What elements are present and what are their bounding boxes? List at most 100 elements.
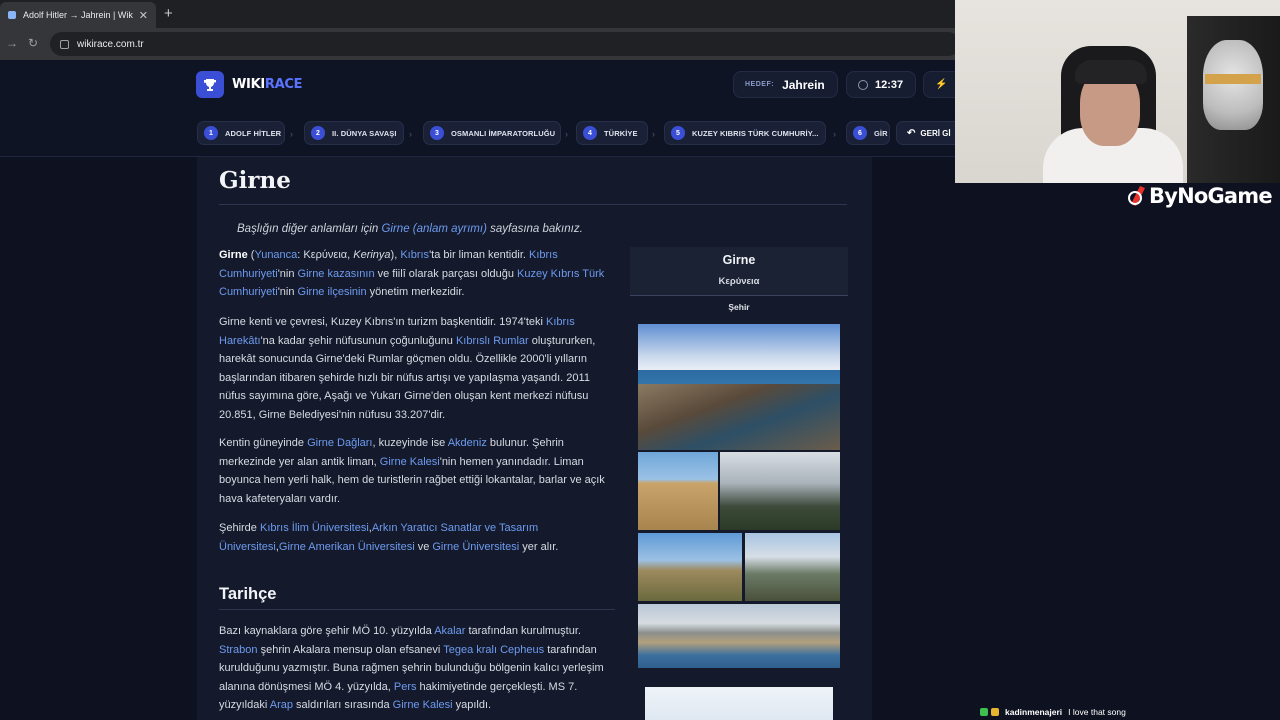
intro-paragraph: Girne (Yunanca: Κερύνεια, Kerinya), Kıbr… [219,246,615,302]
new-tab-button[interactable]: + [164,5,173,22]
breadcrumb-step-1[interactable]: 1 ADOLF HİTLER [197,121,285,145]
hatnote-text: Başlığın diğer anlamları için [237,223,382,235]
text: Bazı kaynaklara göre şehir MÖ 10. yüzyıl… [219,625,435,637]
wikirace-logo[interactable]: WIKI RACE [196,71,302,98]
text: , kuzeyinde ise [372,437,448,449]
disambiguation-link[interactable]: Girne (anlam ayrımı) [381,223,486,235]
chevron-right-icon: › [652,129,655,139]
browser-tab[interactable]: Adolf Hitler → Jahrein | WikiRac ✕ [0,2,156,28]
lightning-icon: ⚡ [935,79,948,90]
chevron-right-icon: › [833,129,836,139]
statue-bust [1203,40,1263,130]
poster-stripe [1205,74,1261,84]
wiki-link[interactable]: Kıbrıs İlim Üniversitesi [260,522,369,534]
text: 'nin [277,286,298,298]
breadcrumb-step-3[interactable]: 3 OSMANLI İMPARATORLUĞU [423,121,561,145]
step-label: OSMANLI İMPARATORLUĞU [451,128,556,138]
wiki-link[interactable]: Kıbrıs [400,249,429,261]
step-number: 2 [311,126,325,140]
step-label: ADOLF HİTLER [225,128,282,138]
wiki-link[interactable]: Yunanca [254,249,297,261]
mountain-photo [745,533,840,601]
wiki-link[interactable]: Girne Kalesi [393,699,453,711]
paragraph-3: Kentin güneyinde Girne Dağları, kuzeyind… [219,434,615,508]
breadcrumb-step-5[interactable]: 5 KUZEY KIBRIS TÜRK CUMHURİY... [664,121,826,145]
tab-title: Adolf Hitler → Jahrein | WikiRac [23,10,133,20]
infobox: Girne Κερύνεια Şehir [630,247,848,720]
target-value: Jahrein [782,77,825,92]
step-number: 1 [204,126,218,140]
url-input[interactable]: wikirace.com.tr [50,32,960,56]
kyrenia-castle-photo [638,604,840,668]
bandana [1075,60,1147,84]
text: : Κερύνεια, [297,249,354,261]
chat-message: kadinmenajeri I love that song [980,707,1126,717]
text: 'ta bir liman kentidir. [429,249,529,261]
bynogame-logo: ByNoGame [1128,184,1273,208]
wiki-link[interactable]: Girne Dağları [307,437,372,449]
clock-icon [858,79,868,90]
section-heading: Tarihçe [219,585,277,603]
wiki-link[interactable]: Kıbrıslı Rumlar [456,335,529,347]
target-badge: HEDEF: Jahrein [733,71,838,98]
infobox-title: Girne [722,253,756,267]
chevron-right-icon: › [409,129,412,139]
bynogame-mark-icon [1128,185,1146,207]
step-number: 3 [430,126,444,140]
abbey-ruins-photo [720,452,840,530]
step-number: 6 [853,126,867,140]
badge-icon [980,708,988,716]
text: yer alır. [519,540,559,553]
article-panel: Girne Başlığın diğer anlamları için Girn… [197,157,872,720]
site-info-icon[interactable] [60,39,69,49]
favicon-icon [8,11,16,19]
paragraph-history: Bazı kaynaklara göre şehir MÖ 10. yüzyıl… [219,622,615,715]
text: ve [414,540,433,553]
text: tarafından kurulmuştur. [465,625,581,637]
infobox-native-name: Κερύνεια [718,276,760,287]
italic-text: Kerinya [353,249,391,261]
forward-arrow-icon[interactable]: → [6,36,18,50]
step-number: 4 [583,126,597,140]
text: 'na kadar şehir nüfusunun çoğunluğunu [260,334,456,347]
text: saldırıları sırasında [293,699,393,711]
hatnote-text: sayfasına bakınız. [486,223,583,235]
wiki-link[interactable]: Girne ilçesinin [298,286,367,298]
article-title: Girne [219,167,291,194]
reload-icon[interactable]: ↻ [28,36,38,50]
text: 'nin [277,267,298,280]
wiki-link[interactable]: Pers [394,681,417,693]
paragraph-4: Şehirde Kıbrıs İlim Üniversitesi,Arkın Y… [219,519,615,556]
breadcrumb-step-2[interactable]: 2 II. DÜNYA SAVAŞI [304,121,404,145]
breadcrumb-step-6[interactable]: 6 GİR [846,121,890,145]
text: Girne kenti ve çevresi, Kuzey Kıbrıs'ın … [219,316,547,328]
timer-badge: 12:37 [846,71,916,98]
hatnote: Başlığın diğer anlamları için Girne (anl… [237,223,583,235]
wiki-link[interactable]: Girne Üniversitesi [432,541,519,553]
close-tab-icon[interactable]: ✕ [139,9,148,22]
trophy-icon [196,71,224,98]
wiki-link[interactable]: Tegea kralı Cepheus [443,644,544,656]
text: yapıldı. [452,699,492,711]
logo-text-wiki: WIKI [232,77,265,92]
bellapais-photo [638,533,742,601]
wiki-link[interactable]: Akdeniz [448,437,487,449]
logo-text-race: RACE [264,77,303,92]
breadcrumb-step-4[interactable]: 4 TÜRKİYE [576,121,648,145]
url-text: wikirace.com.tr [77,38,144,50]
chevron-right-icon: › [290,129,293,139]
infobox-header: Girne Κερύνεια [630,247,848,295]
wiki-link[interactable]: Girne Kalesi [380,456,440,468]
second-infobox-image [645,687,833,720]
wiki-link[interactable]: Girne kazasının [298,268,375,280]
infobox-divider [630,295,848,296]
webcam-overlay [955,0,1280,183]
wiki-link[interactable]: Arap [270,699,293,711]
step-label: KUZEY KIBRIS TÜRK CUMHURİY... [692,128,819,138]
text: şehrin Akalara mensup olan efsanevi [257,643,444,656]
wiki-link[interactable]: Strabon [219,644,258,656]
wiki-link[interactable]: Akalar [434,625,465,637]
text: oluştururken, harekât sonucunda Girne'de… [219,334,596,421]
wiki-link[interactable]: Girne Amerikan Üniversitesi [279,541,415,553]
bold-term: Girne [219,249,248,261]
